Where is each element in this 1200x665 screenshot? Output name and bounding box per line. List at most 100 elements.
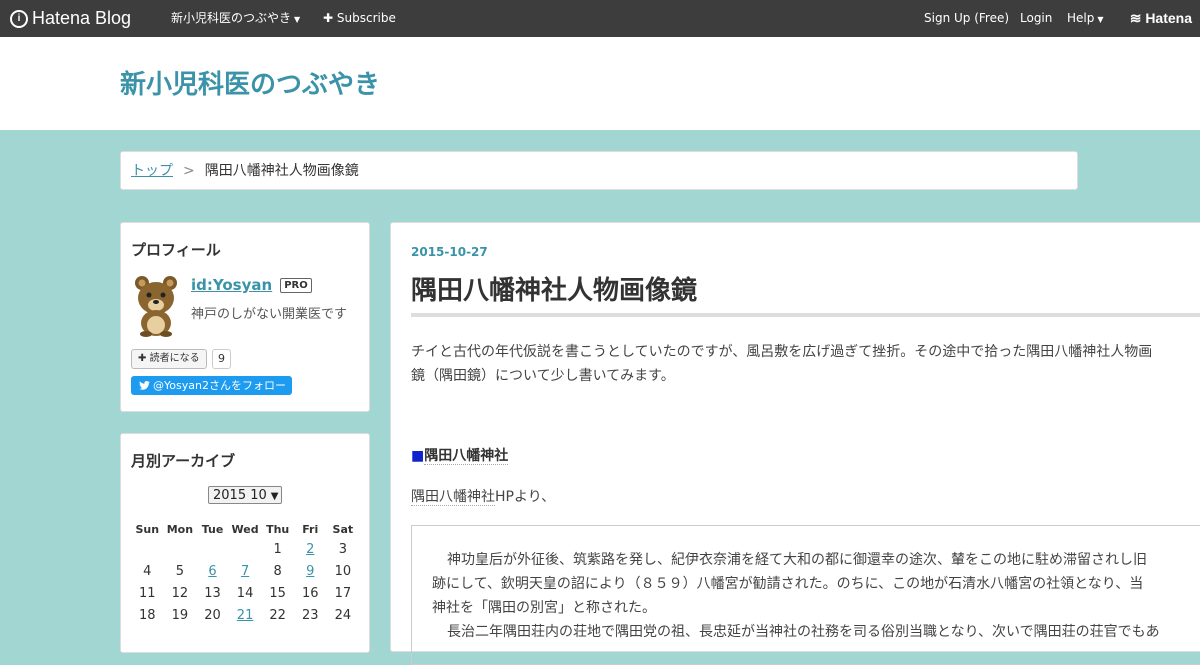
profile-heading: プロフィール [131, 241, 221, 259]
month-select[interactable]: 2015 10 ▼ [208, 486, 282, 504]
calendar-day: 16 [301, 585, 319, 601]
blog-menu-dropdown[interactable]: 新小児科医のつぶやき ▼ [171, 0, 300, 37]
intro-line: 鏡（隅田鏡）について少し書いてみます。 [411, 368, 675, 384]
calendar-day: 24 [334, 607, 352, 623]
calendar-day: 6 [196, 560, 229, 582]
archive-heading: 月別アーカイブ [131, 452, 236, 470]
source-rest: HPより、 [495, 489, 556, 505]
calendar-day: 18 [139, 607, 156, 623]
hatena-blog-logo[interactable]: i Hatena Blog [10, 0, 131, 37]
breadcrumb-top-link[interactable]: トップ [131, 163, 173, 179]
calendar-day [131, 538, 164, 560]
quote-line: 神社を「隅田の別宮」と称された。 [432, 600, 656, 616]
reader-count: 9 [212, 349, 231, 369]
blog-title[interactable]: 新小児科医のつぶやき [120, 64, 380, 101]
twitter-bird-icon [139, 381, 150, 390]
calendar-weekday: Sun [135, 522, 160, 536]
calendar-day: 4 [143, 563, 152, 579]
quote-line: 神功皇后が外征後、筑紫路を発し、紀伊衣奈浦を経て大和の都に御還幸の途次、輦をこの… [447, 552, 1147, 568]
quote-line: 跡にして、欽明天皇の詔により（８５９）八幡宮が勧請された。のちに、この地が石清水… [432, 576, 1144, 592]
help-label: Help [1067, 11, 1095, 25]
calendar-day: 23 [301, 607, 319, 623]
global-header: i Hatena Blog 新小児科医のつぶやき ▼ ✚ Subscribe Si… [0, 0, 1200, 37]
profile-id: id:Yosyan PRO [191, 276, 312, 294]
blog-header: 新小児科医のつぶやき [0, 37, 1200, 130]
calendar-day: 21 [229, 604, 262, 626]
pro-badge: PRO [280, 277, 312, 293]
calendar-day-link[interactable]: 21 [237, 608, 254, 623]
calendar-week-row: 4 5 6 7 8 9 10 [131, 560, 359, 582]
plus-icon: ✚ [323, 11, 334, 25]
calendar-day: 8 [273, 563, 282, 579]
intro-line: チイと古代の年代仮説を書こうとしていたのですが、風呂敷を広げ過ぎて挫折。その途中… [411, 344, 1153, 360]
profile-module: プロフィール id:Yosyan PRO 神戸のしがない開業医です ✚ 読者にな… [120, 222, 370, 412]
reader-button-label: 読者になる [149, 353, 200, 364]
calendar-weekday: Wed [231, 522, 259, 536]
signup-link[interactable]: Sign Up (Free) [924, 0, 1009, 37]
calendar-weekday: Fri [302, 522, 319, 536]
calendar-day: 11 [139, 585, 156, 601]
calendar-day: 15 [269, 585, 286, 601]
calendar-day: 19 [171, 607, 189, 623]
calendar-day-link[interactable]: 9 [306, 564, 314, 579]
calendar-week-row: 18 19 20 21 22 23 24 [131, 604, 359, 626]
breadcrumb-separator: > [183, 163, 195, 179]
title-divider [411, 313, 1200, 317]
calendar-weekday: Tue [201, 522, 224, 536]
twitter-follow-label: @Yosyan2さんをフォロー [153, 379, 286, 392]
section-heading-keyword[interactable]: 隅田八幡神社 [424, 448, 509, 465]
caret-down-icon: ▼ [1097, 15, 1104, 24]
calendar-day: 12 [171, 585, 189, 601]
breadcrumb: トップ > 隅田八幡神社人物画像鏡 [120, 151, 1078, 190]
blog-menu-label: 新小児科医のつぶやき [171, 11, 292, 25]
calendar-day: 9 [294, 560, 327, 582]
calendar-day: 1 [273, 541, 282, 557]
calendar-day: 13 [204, 585, 221, 601]
calendar-day-link[interactable]: 2 [306, 542, 314, 557]
hatena-logo-text: Hatena [1145, 10, 1192, 26]
entry-date[interactable]: 2015-10-27 [411, 245, 488, 259]
plus-icon: ✚ [138, 353, 147, 364]
calendar-day: 5 [175, 563, 185, 579]
source-keyword[interactable]: 隅田八幡神社 [411, 489, 495, 506]
hatena-logo[interactable]: ≋ Hatena [1130, 0, 1192, 37]
calendar-weekday-row: Sun Mon Tue Wed Thu Fri Sat [131, 520, 359, 538]
calendar-weekday: Thu [266, 522, 290, 536]
archive-calendar: Sun Mon Tue Wed Thu Fri Sat 1 2 3 4 5 6 7 8 9 10 11 12 13 1… [131, 520, 359, 626]
calendar-week-row: 11 12 13 14 15 16 17 [131, 582, 359, 604]
help-dropdown[interactable]: Help ▼ [1067, 0, 1104, 37]
calendar-day [164, 538, 197, 560]
archive-module: 月別アーカイブ 2015 10 ▼ Sun Mon Tue Wed Thu Fri Sat 1… [120, 433, 370, 653]
calendar-day: 14 [236, 585, 254, 601]
calendar-weekday: Sat [332, 522, 354, 536]
calendar-day: 20 [204, 607, 221, 623]
calendar-day: 3 [338, 541, 347, 557]
calendar-day: 17 [334, 585, 352, 601]
section-heading: ■隅田八幡神社 [411, 445, 509, 465]
breadcrumb-current: 隅田八幡神社人物画像鏡 [204, 163, 359, 179]
profile-id-link[interactable]: id:Yosyan [191, 276, 272, 294]
square-bullet-icon: ■ [411, 448, 425, 464]
hatena-wave-icon: ≋ [1129, 10, 1142, 26]
hatena-i-icon: i [10, 9, 28, 28]
avatar[interactable] [131, 273, 181, 337]
calendar-day-link[interactable]: 6 [208, 564, 216, 579]
profile-description: 神戸のしがない開業医です [191, 307, 348, 322]
calendar-day-link[interactable]: 7 [241, 564, 249, 579]
blockquote: 神功皇后が外征後、筑紫路を発し、紀伊衣奈浦を経て大和の都に御還幸の途次、輦をこの… [411, 525, 1200, 665]
subscribe-reader-button[interactable]: ✚ 読者になる [131, 349, 207, 369]
logo-text: Hatena Blog [32, 8, 132, 28]
entry-title[interactable]: 隅田八幡神社人物画像鏡 [411, 270, 697, 307]
calendar-day [196, 538, 229, 560]
calendar-day: 10 [334, 563, 352, 579]
subscribe-label: Subscribe [336, 11, 396, 25]
twitter-follow-button[interactable]: @Yosyan2さんをフォロー [131, 376, 292, 395]
subscribe-button[interactable]: ✚ Subscribe [323, 0, 396, 37]
login-link[interactable]: Login [1020, 0, 1052, 37]
caret-down-icon: ▼ [294, 15, 301, 24]
calendar-week-row: 1 2 3 [131, 538, 359, 560]
calendar-day [229, 538, 262, 560]
calendar-day: 7 [229, 560, 262, 582]
source-line: 隅田八幡神社HPより、 [411, 486, 555, 506]
calendar-day: 2 [294, 538, 327, 560]
